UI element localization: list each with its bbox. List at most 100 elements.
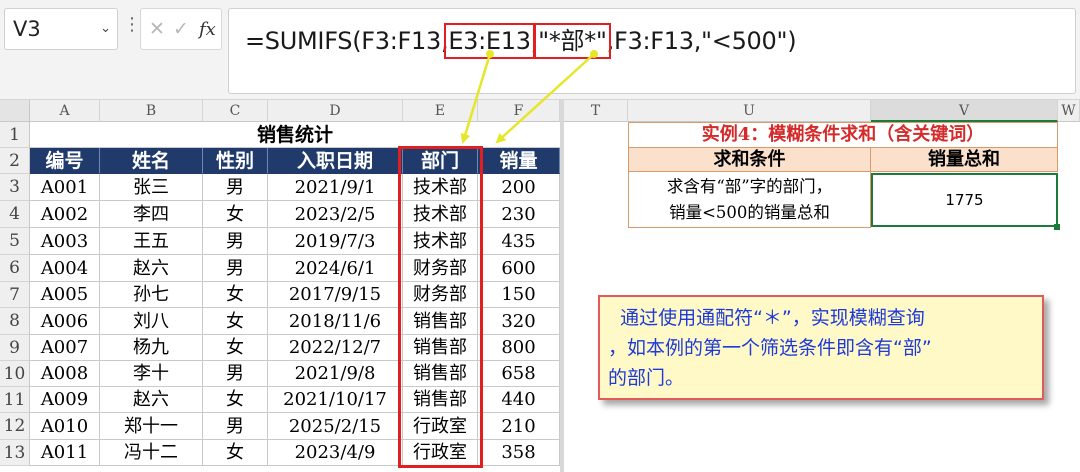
column-header-c[interactable]: C [203, 100, 268, 122]
column-header-e[interactable]: E [403, 100, 478, 122]
cell-gender[interactable]: 女 [203, 440, 268, 466]
cell-id[interactable]: A001 [30, 174, 100, 201]
cell-hire-date[interactable]: 2018/11/6 [268, 308, 403, 335]
cell-name[interactable]: 孙七 [100, 282, 203, 308]
condition-description[interactable]: 求含有“部”字的部门， 销量<500的销量总和 [628, 172, 871, 228]
cell-sales[interactable]: 800 [478, 335, 560, 361]
cell-name[interactable]: 王五 [100, 228, 203, 255]
row-header[interactable]: 9 [0, 335, 30, 361]
column-header-f[interactable]: F [478, 100, 560, 122]
cell-id[interactable]: A008 [30, 361, 100, 387]
cell-sales[interactable]: 200 [478, 174, 560, 201]
cell-id[interactable]: A002 [30, 201, 100, 228]
cell-name[interactable]: 郑十一 [100, 413, 203, 440]
row-header[interactable]: 4 [0, 201, 30, 228]
cell-id[interactable]: A003 [30, 228, 100, 255]
cell-sales[interactable]: 210 [478, 413, 560, 440]
cell-gender[interactable]: 女 [203, 308, 268, 335]
cell-id[interactable]: A004 [30, 255, 100, 282]
active-cell-result[interactable]: 1775 [871, 173, 1058, 227]
insert-function-icon[interactable]: fx [199, 19, 216, 40]
cell-hire-date[interactable]: 2023/4/9 [268, 440, 403, 466]
column-header-v[interactable]: V [871, 100, 1058, 122]
cell-hire-date[interactable]: 2025/2/15 [268, 413, 403, 440]
condition-line-2: 销量<500的销量总和 [669, 203, 830, 222]
cell-hire-date[interactable]: 2021/9/8 [268, 361, 403, 387]
cell-id[interactable]: A010 [30, 413, 100, 440]
cell-id[interactable]: A011 [30, 440, 100, 466]
name-box[interactable]: V3 ⌄ [4, 8, 118, 50]
sheet-title[interactable]: 销售统计 [30, 122, 560, 148]
cell-gender[interactable]: 女 [203, 201, 268, 228]
cell-id[interactable]: A007 [30, 335, 100, 361]
condition-header[interactable]: 求和条件 [628, 148, 871, 172]
cell-sales[interactable]: 658 [478, 361, 560, 387]
row-header[interactable]: 10 [0, 361, 30, 387]
cell-hire-date[interactable]: 2022/12/7 [268, 335, 403, 361]
header-cell-gender[interactable]: 性别 [203, 148, 268, 174]
cell-sales[interactable]: 440 [478, 387, 560, 413]
cell-gender[interactable]: 男 [203, 174, 268, 201]
cell-name[interactable]: 刘八 [100, 308, 203, 335]
cell-sales[interactable]: 435 [478, 228, 560, 255]
cell-name[interactable]: 李十 [100, 361, 203, 387]
enter-icon[interactable]: ✓ [173, 18, 189, 40]
row-header[interactable]: 11 [0, 387, 30, 413]
header-cell-name[interactable]: 姓名 [100, 148, 203, 174]
cell-sales[interactable]: 150 [478, 282, 560, 308]
cell-id[interactable]: A005 [30, 282, 100, 308]
column-header-a[interactable]: A [30, 100, 100, 122]
row-header[interactable]: 3 [0, 174, 30, 201]
row-header[interactable]: 8 [0, 308, 30, 335]
row-header[interactable]: 1 [0, 122, 30, 148]
example-title[interactable]: 实例4：模糊条件求和（含关键词） [628, 122, 1058, 148]
column-header-t[interactable]: T [564, 100, 628, 122]
cell-sales[interactable]: 600 [478, 255, 560, 282]
row-header[interactable]: 6 [0, 255, 30, 282]
row-header[interactable]: 2 [0, 148, 30, 174]
cell-sales[interactable]: 358 [478, 440, 560, 466]
cell-hire-date[interactable]: 2017/9/15 [268, 282, 403, 308]
column-header-d[interactable]: D [268, 100, 403, 122]
cell-gender[interactable]: 男 [203, 228, 268, 255]
cell-gender[interactable]: 男 [203, 255, 268, 282]
cell-name[interactable]: 冯十二 [100, 440, 203, 466]
header-cell-sales[interactable]: 销量 [478, 148, 560, 174]
cell-hire-date[interactable]: 2021/10/17 [268, 387, 403, 413]
column-header-b[interactable]: B [100, 100, 203, 122]
cell-name[interactable]: 赵六 [100, 255, 203, 282]
cell-name[interactable]: 张三 [100, 174, 203, 201]
cell-hire-date[interactable]: 2019/7/3 [268, 228, 403, 255]
row-header[interactable]: 5 [0, 228, 30, 255]
cell-gender[interactable]: 男 [203, 361, 268, 387]
select-all-corner[interactable] [0, 100, 30, 122]
cell-hire-date[interactable]: 2024/6/1 [268, 255, 403, 282]
more-icon[interactable]: ⋮ [123, 14, 141, 35]
formula-input[interactable]: =SUMIFS(F3:F13,E3:E13,"*部*",F3:F13,"<500… [228, 8, 1076, 94]
cell-id[interactable]: A006 [30, 308, 100, 335]
cell-name[interactable]: 李四 [100, 201, 203, 228]
cell-gender[interactable]: 男 [203, 413, 268, 440]
cancel-icon[interactable]: ✕ [149, 18, 165, 40]
header-cell-id[interactable]: 编号 [30, 148, 100, 174]
cell-gender[interactable]: 女 [203, 282, 268, 308]
column-header-u[interactable]: U [628, 100, 871, 122]
cell-name[interactable]: 杨九 [100, 335, 203, 361]
chevron-down-icon[interactable]: ⌄ [100, 21, 111, 36]
note-line-3: 的部门。 [608, 367, 685, 389]
cell-gender[interactable]: 女 [203, 387, 268, 413]
cell-sales[interactable]: 320 [478, 308, 560, 335]
row-header[interactable]: 12 [0, 413, 30, 440]
result-header[interactable]: 销量总和 [871, 148, 1058, 172]
cell-id[interactable]: A009 [30, 387, 100, 413]
row-header[interactable]: 7 [0, 282, 30, 308]
row-header[interactable]: 13 [0, 440, 30, 466]
cell-sales[interactable]: 230 [478, 201, 560, 228]
cell-gender[interactable]: 女 [203, 335, 268, 361]
header-cell-hire-date[interactable]: 入职日期 [268, 148, 403, 174]
cell-hire-date[interactable]: 2021/9/1 [268, 174, 403, 201]
column-header-w[interactable]: W [1058, 100, 1080, 122]
cell-name[interactable]: 赵六 [100, 387, 203, 413]
fill-handle[interactable] [1054, 224, 1060, 230]
cell-hire-date[interactable]: 2023/2/5 [268, 201, 403, 228]
